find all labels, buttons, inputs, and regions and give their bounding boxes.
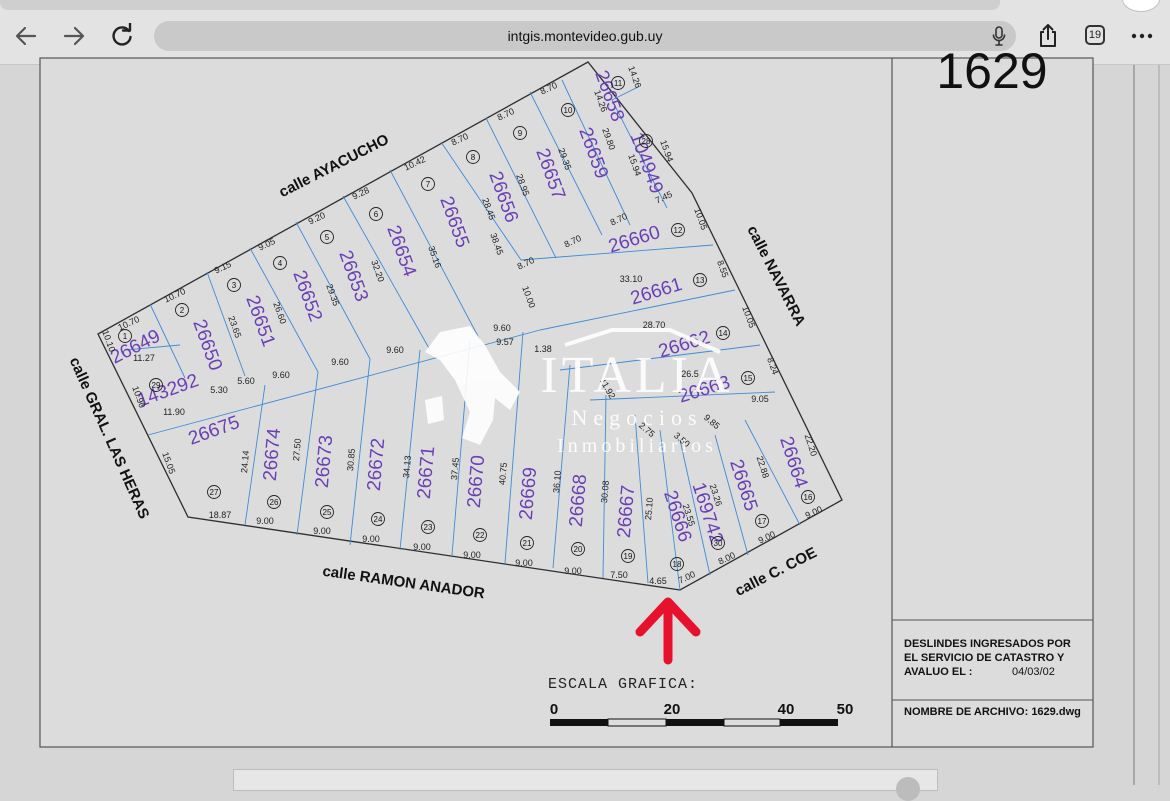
- lot-number: 18: [673, 560, 682, 569]
- scale-tick: 50: [837, 701, 854, 718]
- file-name: NOMBRE DE ARCHIVO: 1629.dwg: [904, 706, 1081, 718]
- dimension-label: 9.60: [331, 357, 349, 367]
- lot-number: 10: [564, 106, 573, 115]
- note-line: DESLINDES INGRESADOS POR: [904, 638, 1071, 650]
- watermark-brand: ITALIA: [540, 347, 733, 404]
- lot-number: 2: [180, 306, 185, 315]
- dimension-label: 11.90: [163, 407, 185, 417]
- lot-number: 8: [471, 153, 476, 162]
- lot-number: 3: [232, 281, 237, 290]
- note-line: AVALUO EL :: [904, 666, 972, 678]
- lot-number: 6: [374, 210, 379, 219]
- dimension-label: 9.00: [564, 566, 582, 576]
- dimension-label: 5.30: [210, 385, 228, 395]
- dimension-label: 9.00: [313, 526, 331, 536]
- dimension-label: 9.60: [386, 345, 404, 355]
- scale-bar: [550, 718, 838, 727]
- dimension-label: 24.14: [239, 450, 251, 473]
- lot-number: 11: [614, 79, 623, 88]
- dimension-label: 9.60: [272, 370, 290, 380]
- dimension-label: 4.65: [649, 576, 667, 586]
- lot-number: 27: [210, 488, 219, 497]
- dimension-label: 7.50: [610, 570, 628, 580]
- dimension-label: 33.10: [620, 274, 643, 284]
- lot-number: 22: [476, 531, 485, 540]
- dimension-label: 9.57: [496, 337, 514, 347]
- dimension-label: 25.10: [643, 497, 655, 520]
- dimension-label: 9.00: [413, 542, 431, 552]
- lot-number: 24: [374, 515, 383, 524]
- lot-number: 13: [696, 276, 705, 285]
- dimension-label: 36.10: [551, 470, 563, 493]
- lot-number: 15: [744, 374, 753, 383]
- scale-tick: 20: [664, 701, 681, 718]
- lot-number: 17: [758, 517, 767, 526]
- dimension-label: 9.00: [515, 558, 533, 568]
- note-date: 04/03/02: [1012, 666, 1055, 678]
- sardinia-icon: [425, 396, 444, 424]
- lot-number: 29: [152, 381, 161, 390]
- dimension-label: 37.45: [449, 457, 461, 480]
- dimension-label: 30.08: [599, 480, 611, 503]
- lot-number: 23: [424, 523, 433, 532]
- dimension-label: 9.05: [751, 394, 769, 404]
- dimension-label: 11.27: [133, 353, 155, 363]
- lot-number: 26: [270, 498, 279, 507]
- scale-tick: 40: [778, 701, 795, 718]
- lot-number: 28: [642, 137, 651, 146]
- lot-number: 7: [426, 180, 431, 189]
- cadastral-plan: 1629 DESLINDES INGRESADOS POR EL SERVICI…: [39, 43, 1094, 748]
- dimension-label: 34.13: [401, 455, 413, 478]
- dimension-label: 27.50: [291, 438, 303, 461]
- lot-number: 9: [518, 129, 523, 138]
- dimension-label: 9.00: [463, 550, 481, 560]
- plan-number: 1629: [936, 43, 1047, 99]
- lot-number: 14: [719, 329, 728, 338]
- panel-close-button[interactable]: [896, 777, 920, 801]
- dimension-label: 30.85: [345, 448, 357, 471]
- lot-number: 30: [714, 539, 723, 548]
- scale-label: ESCALA GRAFICA:: [548, 676, 698, 693]
- lot-number: 19: [624, 552, 633, 561]
- lot-number: 1: [123, 332, 128, 341]
- watermark-line3: Inmobiliarios: [557, 435, 717, 457]
- note-line: EL SERVICIO DE CATASTRO Y: [904, 652, 1065, 664]
- dimension-label: 9.00: [362, 534, 380, 544]
- watermark-line2: Negocios: [571, 405, 702, 430]
- lot-number: 12: [674, 226, 683, 235]
- bottom-panel: [233, 769, 938, 791]
- lot-number: 4: [278, 259, 283, 268]
- dimension-label: 40.75: [497, 462, 509, 485]
- dimension-label: 9.00: [256, 516, 274, 526]
- scale-tick: 0: [550, 701, 558, 718]
- dimension-label: 9.60: [493, 323, 511, 333]
- lot-number: 5: [325, 233, 330, 242]
- lot-number: 16: [804, 493, 813, 502]
- lot-number: 20: [574, 545, 583, 554]
- lot-number: 25: [323, 508, 332, 517]
- lot-number: 21: [523, 539, 532, 548]
- dimension-label: 5.60: [237, 376, 255, 386]
- dimension-label: 18.87: [209, 510, 232, 520]
